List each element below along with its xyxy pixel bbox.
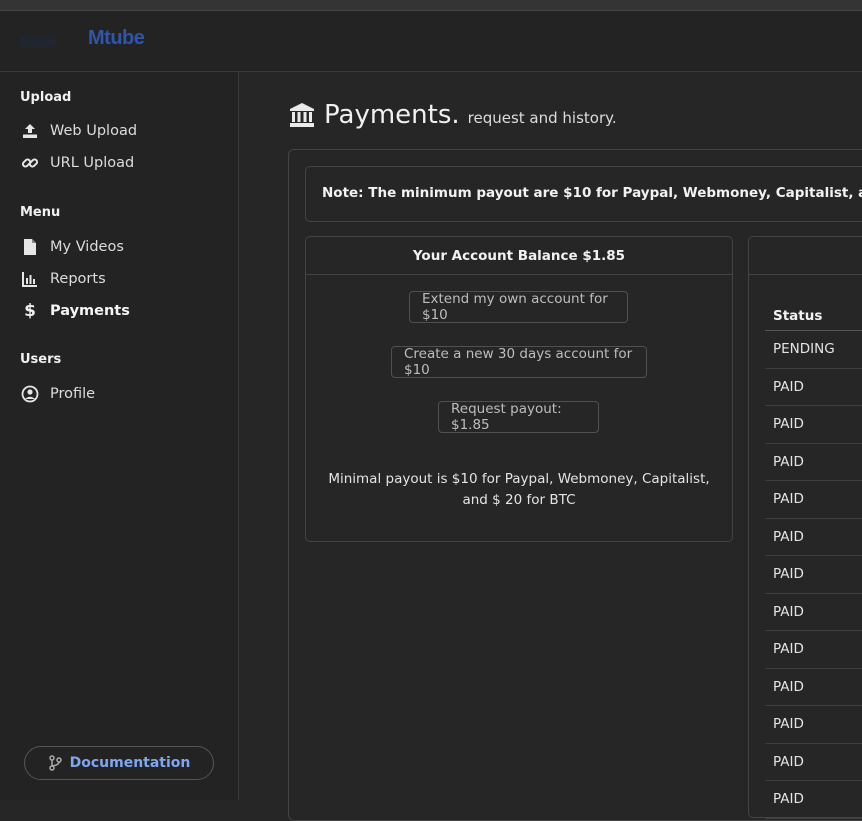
page-title: Payments. request and history.	[288, 100, 617, 130]
create-account-button[interactable]: Create a new 30 days account for $10	[391, 346, 647, 378]
payout-note: Note: The minimum payout are $10 for Pay…	[305, 166, 862, 222]
payout-note-text: Note: The minimum payout are $10 for Pay…	[322, 185, 862, 201]
history-row-status: PAID	[765, 481, 862, 519]
history-row-status: PAID	[765, 519, 862, 556]
sidebar-section-users: Users	[20, 352, 62, 367]
brand-logo[interactable]: Mtube	[88, 27, 145, 50]
history-row-status: PAID	[765, 631, 862, 669]
sidebar-section-upload: Upload	[20, 90, 72, 105]
history-row-status: PAID	[765, 744, 862, 781]
upload-icon	[20, 121, 40, 141]
page-subtitle: request and history.	[467, 109, 617, 127]
sidebar-item-label: Profile	[50, 386, 96, 402]
dollar-icon: $	[24, 301, 36, 321]
page-title-text: Payments.	[324, 100, 460, 130]
history-row-status: PAID	[765, 706, 862, 744]
history-row-status: PAID	[765, 556, 862, 594]
balance-card: Your Account Balance $1.85 Extend my own…	[305, 236, 733, 542]
sidebar-item-label: Reports	[50, 271, 106, 287]
history-header	[749, 237, 862, 275]
sidebar-item-label: Web Upload	[50, 123, 138, 139]
history-row-status: PENDING	[765, 331, 862, 369]
sidebar-section-menu: Menu	[20, 205, 61, 220]
top-header: Mtube	[0, 11, 862, 72]
sidebar-item-label: URL Upload	[50, 155, 135, 171]
balance-header: Your Account Balance $1.85	[306, 237, 732, 275]
history-row-status: PAID	[765, 406, 862, 444]
history-row-status: PAID	[765, 669, 862, 706]
git-branch-icon	[48, 755, 62, 771]
link-icon	[20, 153, 40, 173]
payment-history-card: Status PENDING PAID PAID PAID PAID PAID PAID PA…	[748, 236, 862, 819]
extend-account-button[interactable]: Extend my own account for $10	[409, 291, 628, 323]
history-table: Status PENDING PAID PAID PAID PAID PAID PAID PA…	[765, 302, 862, 819]
file-icon	[20, 237, 40, 257]
documentation-label: Documentation	[69, 755, 191, 771]
minimal-payout-text: Minimal payout is $10 for Paypal, Webmon…	[328, 471, 710, 508]
sidebar-item-payments[interactable]: $ Payments	[20, 299, 130, 323]
history-row-status: PAID	[765, 594, 862, 631]
sidebar-item-my-videos[interactable]: My Videos	[20, 235, 124, 259]
bar-chart-icon	[20, 269, 40, 289]
sidebar: Upload Web Upload URL Upload Menu My Vid…	[0, 72, 239, 800]
history-row-status: PAID	[765, 369, 862, 406]
history-row-status: PAID	[765, 444, 862, 481]
sidebar-item-web-upload[interactable]: Web Upload	[20, 119, 137, 143]
sidebar-item-profile[interactable]: Profile	[20, 382, 95, 406]
sidebar-item-reports[interactable]: Reports	[20, 267, 106, 291]
menu-toggle[interactable]	[20, 35, 56, 47]
sidebar-item-label: Payments	[50, 303, 130, 319]
sidebar-item-url-upload[interactable]: URL Upload	[20, 151, 134, 175]
sidebar-item-label: My Videos	[50, 239, 124, 255]
user-circle-icon	[20, 384, 40, 404]
request-payout-button[interactable]: Request payout: $1.85	[438, 401, 599, 433]
documentation-button[interactable]: Documentation	[24, 746, 214, 780]
status-column-header: Status	[765, 302, 862, 331]
browser-top-strip	[0, 0, 862, 11]
bank-icon	[288, 101, 316, 129]
